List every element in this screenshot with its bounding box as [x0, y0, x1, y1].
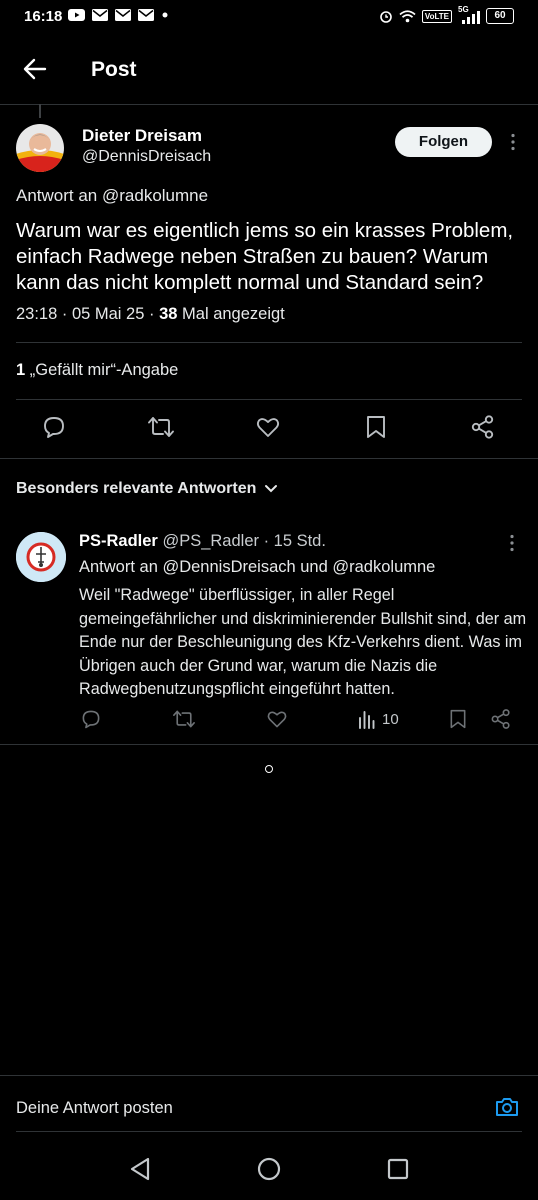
comment-icon [82, 710, 100, 729]
reply-text: Weil "Radwege" überflüssiger, in aller R… [79, 586, 527, 698]
reply-to-label[interactable]: Antwort an @DennisDreisach und @radkolum… [79, 558, 435, 577]
replies-sort-dropdown[interactable]: Besonders relevante Antworten [16, 480, 278, 498]
nav-recents-button[interactable] [386, 1155, 410, 1183]
back-button[interactable] [22, 56, 48, 82]
volte-badge: VoLTE [421, 9, 452, 23]
mail-icon [138, 9, 154, 21]
heart-icon [256, 418, 280, 437]
reply-comment-button[interactable] [80, 708, 102, 730]
follow-button[interactable]: Folgen [395, 127, 492, 157]
square-recents-icon [387, 1158, 409, 1180]
reply-header: PS-Radler @PS_Radler · 15 Std. [79, 532, 326, 551]
reply-divider [0, 744, 538, 745]
likes-row[interactable]: 1 „Gefällt mir“-Angabe [16, 361, 178, 380]
more-vertical-icon [511, 133, 515, 151]
tweet-meta: 23:18 · 05 Mai 25 · 38 Mal angezeigt [16, 305, 285, 324]
likes-count: 1 [16, 361, 26, 379]
mail-icon [92, 9, 108, 21]
actions-divider [0, 458, 538, 459]
like-button[interactable] [255, 414, 281, 440]
bookmark-icon [450, 709, 466, 729]
notification-icons [68, 9, 169, 21]
author-handle[interactable]: @DennisDreisach [82, 148, 211, 166]
views-chart-icon [359, 711, 375, 729]
views-count: 38 [159, 305, 178, 323]
reply-repost-button[interactable] [172, 708, 196, 730]
heart-icon [267, 711, 287, 728]
repost-icon [148, 417, 174, 437]
author-avatar[interactable] [16, 124, 64, 172]
bottom-divider [16, 1131, 522, 1132]
reply-button[interactable] [41, 414, 67, 440]
views-label: Mal angezeigt [177, 305, 285, 323]
avatar-image [16, 124, 64, 172]
repost-button[interactable] [147, 414, 175, 440]
reply-handle-time[interactable]: @PS_Radler · 15 Std. [158, 532, 326, 550]
meta-divider [16, 342, 522, 343]
chevron-down-icon [265, 485, 278, 493]
likes-divider [16, 399, 522, 400]
reply-more-options-button[interactable] [502, 533, 522, 553]
youtube-icon [68, 9, 85, 21]
triangle-back-icon [130, 1157, 150, 1181]
nav-home-button[interactable] [256, 1155, 282, 1183]
bookmark-button[interactable] [364, 414, 388, 440]
share-button[interactable] [470, 414, 496, 440]
author-name[interactable]: Dieter Dreisam [82, 126, 202, 146]
battery-indicator: 60 [486, 8, 514, 24]
reply-share-button[interactable] [490, 708, 512, 730]
reply-compose-input[interactable]: Deine Antwort posten [16, 1099, 173, 1118]
bookmark-icon [367, 416, 385, 438]
repost-icon [173, 710, 195, 728]
tweet-text: Warum war es eigentlich jems so ein kras… [16, 219, 514, 294]
reply-to-label[interactable]: Antwort an @radkolumne [16, 186, 208, 206]
reply-views-button[interactable]: 10 [358, 709, 399, 729]
nav-back-button[interactable] [128, 1155, 152, 1183]
page-title: Post [91, 58, 137, 81]
dot-icon [162, 12, 168, 18]
reply-views-count: 10 [382, 710, 399, 728]
reply-bookmark-button[interactable] [448, 708, 468, 730]
more-options-button[interactable] [503, 132, 523, 152]
tweet-timestamp: 23:18 · 05 Mai 25 · [16, 305, 160, 323]
status-time: 16:18 [24, 8, 63, 25]
likes-label: „Gefällt mir“-Angabe [25, 361, 179, 379]
header-divider [0, 104, 538, 105]
signal-icon: 5G [458, 5, 480, 24]
reply-like-button[interactable] [266, 708, 288, 730]
share-icon [491, 709, 510, 729]
wifi-icon [399, 9, 416, 22]
reply-avatar[interactable] [16, 532, 66, 582]
compose-divider [0, 1075, 538, 1076]
reply-author-name[interactable]: PS-Radler [79, 532, 158, 550]
circle-home-icon [257, 1157, 281, 1181]
avatar-image [16, 532, 66, 582]
arrow-left-icon [23, 58, 47, 80]
system-icons: VoLTE 5G 60 [379, 5, 514, 24]
thread-line [39, 104, 41, 118]
more-vertical-icon [510, 534, 514, 552]
camera-button[interactable] [494, 1095, 520, 1119]
camera-icon [496, 1098, 518, 1116]
loading-indicator [265, 765, 273, 773]
section-title: Besonders relevante Antworten [16, 480, 257, 497]
battery-level: 60 [494, 10, 506, 21]
alarm-icon [380, 11, 392, 23]
share-icon [471, 415, 494, 439]
status-bar: 16:18 VoLTE 5G 60 [0, 0, 538, 34]
comment-icon [44, 417, 64, 438]
mail-icon [115, 9, 131, 21]
